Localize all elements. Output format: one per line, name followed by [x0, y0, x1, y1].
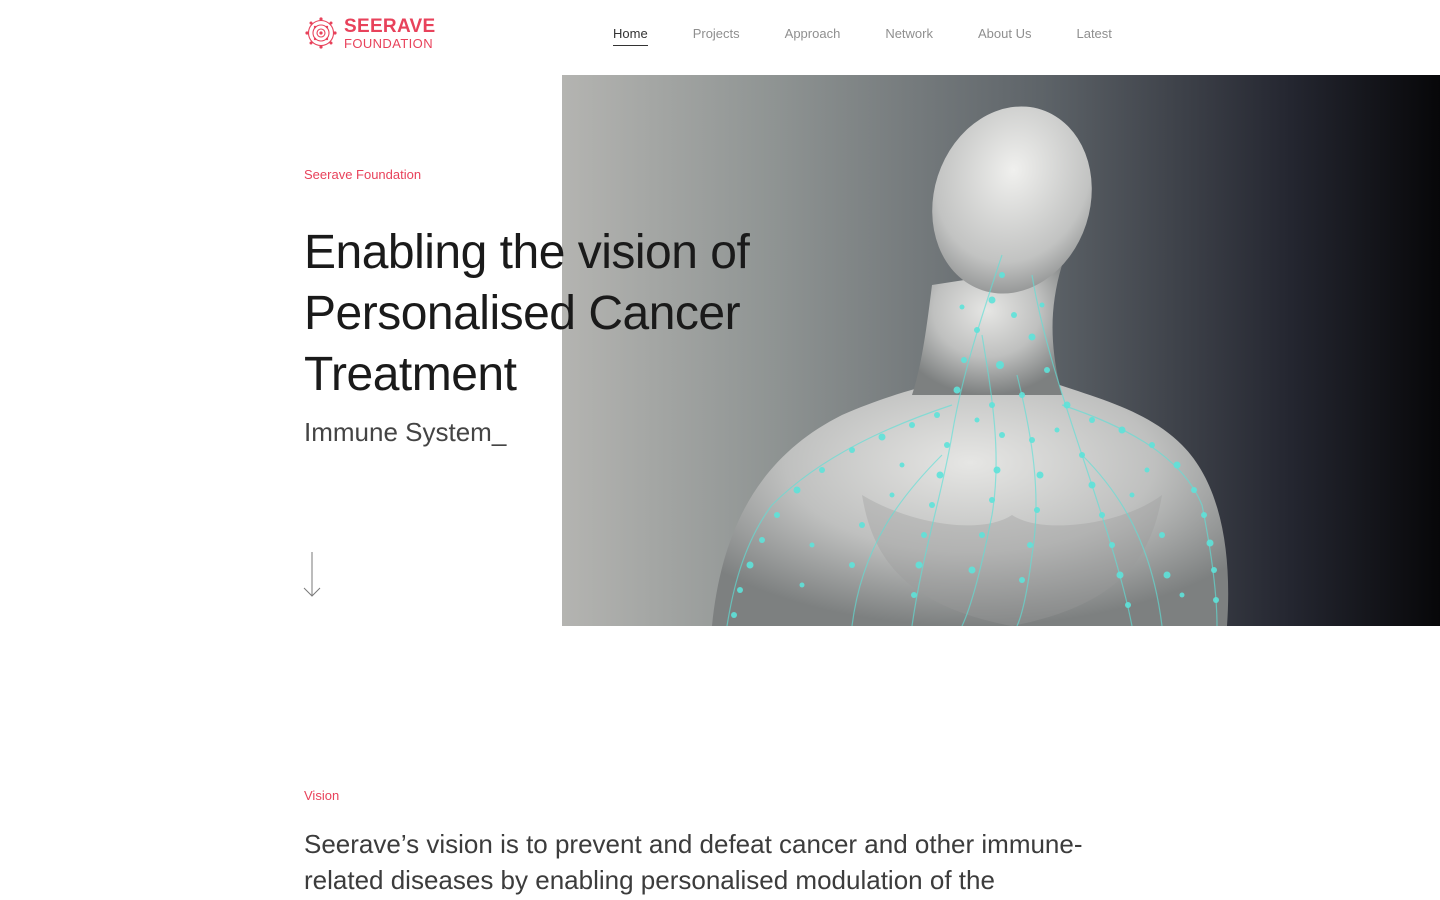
nav-network[interactable]: Network [885, 26, 933, 46]
logo-subname: FOUNDATION [344, 35, 433, 51]
vision-text: Seerave’s vision is to prevent and defea… [304, 829, 1083, 895]
nav-latest[interactable]: Latest [1076, 26, 1111, 46]
arrow-down-icon[interactable] [303, 552, 321, 598]
logo-name: SEERAVE [344, 15, 436, 37]
hero-title: Enabling the vision of Personalised Canc… [304, 226, 750, 401]
hero-eyebrow: Seerave Foundation [304, 167, 422, 182]
nav-projects[interactable]: Projects [693, 26, 740, 46]
vision-eyebrow: Vision [304, 788, 340, 803]
nav-approach[interactable]: Approach [785, 26, 841, 46]
nav-home[interactable]: Home [613, 26, 648, 46]
main-nav: Home Projects Approach Network About Us … [613, 26, 1112, 46]
seerave-logo-icon [305, 17, 337, 49]
nav-about-us[interactable]: About Us [978, 26, 1031, 46]
hero-subtitle: Immune System_ [304, 417, 507, 447]
logo[interactable]: SEERAVE FOUNDATION [304, 16, 436, 50]
